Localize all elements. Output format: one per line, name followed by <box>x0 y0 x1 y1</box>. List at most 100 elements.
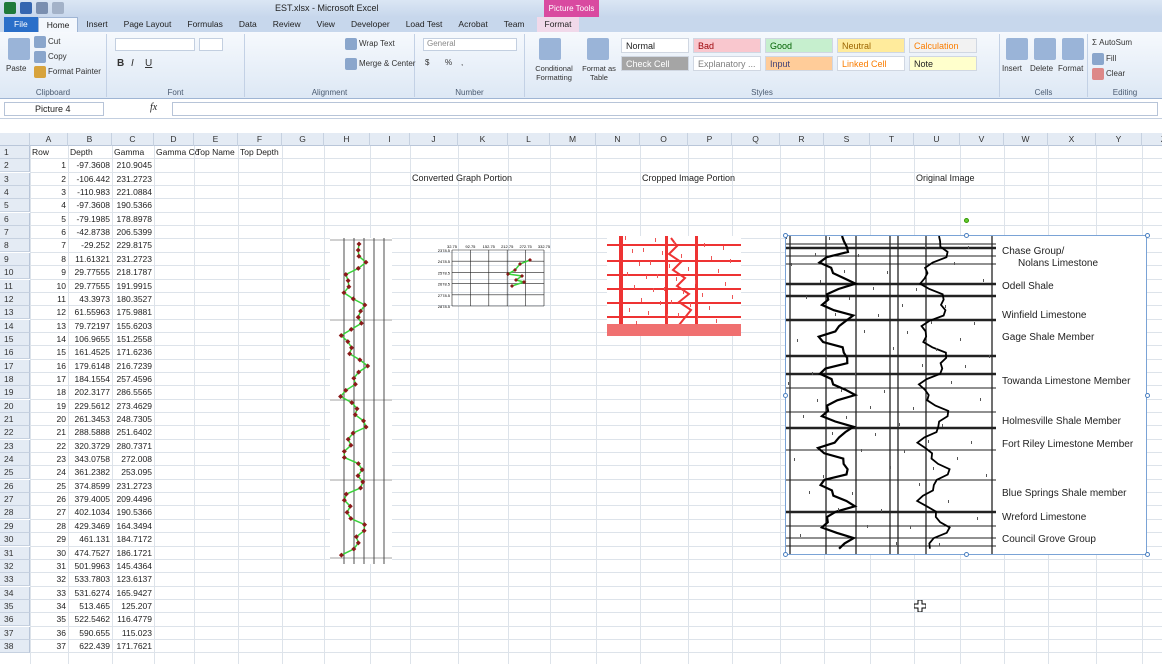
style-bad[interactable]: Bad <box>693 38 761 53</box>
row-header[interactable]: 6 <box>0 212 30 226</box>
cell-gamma[interactable]: 218.1787 <box>114 266 152 279</box>
cell-gamma[interactable]: 231.2723 <box>114 173 152 186</box>
cell-row-number[interactable]: 6 <box>32 226 66 239</box>
conditional-formatting-button[interactable]: Conditional Formatting <box>529 64 579 82</box>
cell-gamma[interactable]: 209.4496 <box>114 493 152 506</box>
tab-review[interactable]: Review <box>265 17 309 32</box>
cell-depth[interactable]: 590.655 <box>70 627 110 640</box>
cell-row-number[interactable]: 2 <box>32 173 66 186</box>
row-header[interactable]: 14 <box>0 319 30 333</box>
cell-gamma[interactable]: 210.9045 <box>114 159 152 172</box>
row-header[interactable]: 37 <box>0 626 30 640</box>
column-header-b[interactable]: B <box>68 133 112 146</box>
cell-depth[interactable]: 374.8599 <box>70 480 110 493</box>
cell-depth[interactable]: -97.3608 <box>70 199 110 212</box>
column-header-m[interactable]: M <box>550 133 596 146</box>
row-header[interactable]: 24 <box>0 453 30 467</box>
format-painter-button[interactable]: Format Painter <box>34 66 101 78</box>
save-icon[interactable] <box>20 2 32 14</box>
column-header-v[interactable]: V <box>960 133 1004 146</box>
underline-button[interactable]: U <box>145 58 152 69</box>
row-header[interactable]: 25 <box>0 466 30 480</box>
column-header-x[interactable]: X <box>1048 133 1096 146</box>
cell-gamma[interactable]: 171.7621 <box>114 640 152 653</box>
picture-original-image[interactable]: Chase Group/Nolans Limestone Odell Shale W… <box>783 218 1150 557</box>
row-header[interactable]: 10 <box>0 266 30 280</box>
cell-depth[interactable]: 288.5888 <box>70 426 110 439</box>
delete-button[interactable]: Delete <box>1030 64 1053 73</box>
cell-row-number[interactable]: 37 <box>32 640 66 653</box>
cell-depth[interactable]: 11.61321 <box>70 253 110 266</box>
cell-row-number[interactable]: 26 <box>32 493 66 506</box>
cell-depth[interactable]: 361.2382 <box>70 466 110 479</box>
cell-row-number[interactable]: 10 <box>32 280 66 293</box>
cell-row-number[interactable]: 20 <box>32 413 66 426</box>
header-row[interactable]: Row <box>32 146 49 159</box>
style-check-cell[interactable]: Check Cell <box>621 56 689 71</box>
cell-gamma[interactable]: 184.7172 <box>114 533 152 546</box>
cell-gamma[interactable]: 164.3494 <box>114 520 152 533</box>
redo-icon[interactable] <box>52 2 64 14</box>
row-header[interactable]: 17 <box>0 359 30 373</box>
cell-row-number[interactable]: 9 <box>32 266 66 279</box>
cell-row-number[interactable]: 3 <box>32 186 66 199</box>
tab-format[interactable]: Format <box>536 17 580 32</box>
row-header[interactable]: 27 <box>0 493 30 507</box>
cell-depth[interactable]: 531.6274 <box>70 587 110 600</box>
italic-button[interactable]: I <box>131 58 134 69</box>
cell-gamma[interactable]: 257.4596 <box>114 373 152 386</box>
cell-gamma[interactable]: 186.1721 <box>114 547 152 560</box>
row-header[interactable]: 29 <box>0 519 30 533</box>
cell-row-number[interactable]: 14 <box>32 333 66 346</box>
formula-input[interactable] <box>172 102 1158 116</box>
cell-depth[interactable]: -106.442 <box>70 173 110 186</box>
cell-depth[interactable]: -79.1985 <box>70 213 110 226</box>
style-normal[interactable]: Normal <box>621 38 689 53</box>
cell-row-number[interactable]: 19 <box>32 400 66 413</box>
paste-button[interactable]: Paste <box>6 64 26 73</box>
cell-gamma[interactable]: 216.7239 <box>114 360 152 373</box>
excel-icon[interactable] <box>4 2 16 14</box>
column-header-n[interactable]: N <box>596 133 640 146</box>
style-calculation[interactable]: Calculation <box>909 38 977 53</box>
number-format-select[interactable]: General <box>423 38 517 51</box>
row-header[interactable]: 1 <box>0 146 30 159</box>
cell-gamma[interactable]: 115.023 <box>114 627 152 640</box>
row-header[interactable]: 23 <box>0 439 30 453</box>
row-header[interactable]: 5 <box>0 199 30 213</box>
cell-depth[interactable]: 429.3469 <box>70 520 110 533</box>
cell-row-number[interactable]: 31 <box>32 560 66 573</box>
cell-gamma[interactable]: 191.9915 <box>114 280 152 293</box>
cell-depth[interactable]: 622.439 <box>70 640 110 653</box>
paste-icon[interactable] <box>8 38 30 60</box>
cell-gamma[interactable]: 180.3527 <box>114 293 152 306</box>
font-size-select[interactable] <box>199 38 223 51</box>
resize-handle[interactable] <box>964 552 969 557</box>
cell-gamma[interactable]: 116.4779 <box>114 613 152 626</box>
cell-row-number[interactable]: 5 <box>32 213 66 226</box>
cell-depth[interactable]: 229.5612 <box>70 400 110 413</box>
cell-gamma[interactable]: 248.7305 <box>114 413 152 426</box>
column-header-a[interactable]: A <box>30 133 68 146</box>
comma-button[interactable]: , <box>461 58 463 67</box>
row-header[interactable]: 18 <box>0 372 30 386</box>
tab-view[interactable]: View <box>309 17 343 32</box>
cell-gamma[interactable]: 206.5399 <box>114 226 152 239</box>
row-header[interactable]: 38 <box>0 639 30 653</box>
fx-icon[interactable]: fx <box>150 102 157 113</box>
cell-gamma[interactable]: 251.6402 <box>114 426 152 439</box>
column-header-q[interactable]: Q <box>732 133 780 146</box>
column-header-s[interactable]: S <box>824 133 870 146</box>
format-icon[interactable] <box>1062 38 1084 60</box>
cell-gamma[interactable]: 231.2723 <box>114 480 152 493</box>
currency-button[interactable]: $ <box>425 58 429 67</box>
cell-depth[interactable]: 29.77555 <box>70 280 110 293</box>
row-header[interactable]: 4 <box>0 186 30 200</box>
column-header-l[interactable]: L <box>508 133 550 146</box>
cell-gamma[interactable]: 123.6137 <box>114 573 152 586</box>
select-all-corner[interactable] <box>0 133 30 146</box>
insert-icon[interactable] <box>1006 38 1028 60</box>
row-header[interactable]: 32 <box>0 559 30 573</box>
tab-formulas[interactable]: Formulas <box>179 17 230 32</box>
tab-home[interactable]: Home <box>37 17 79 32</box>
